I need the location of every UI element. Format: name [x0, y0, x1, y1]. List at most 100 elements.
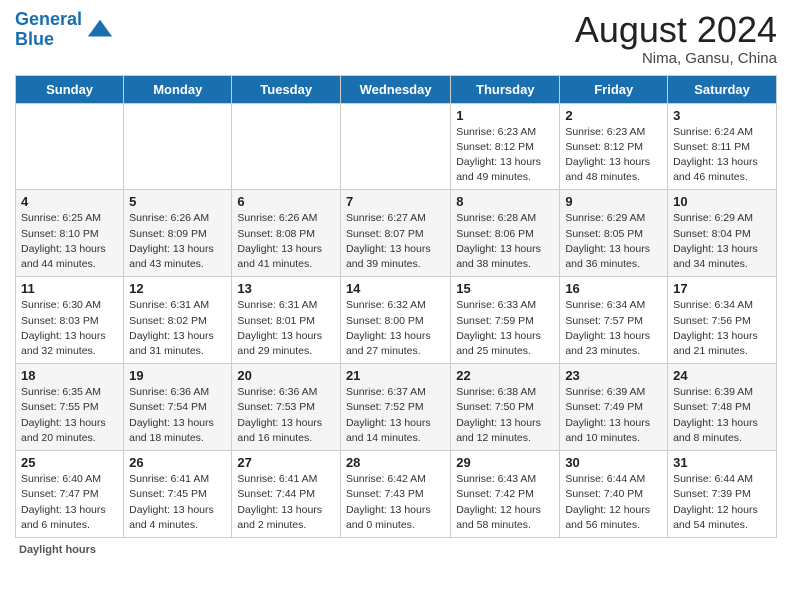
cell-w4d2: 27 Sunrise: 6:41 AMSunset: 7:44 PMDayligh…	[232, 451, 341, 538]
cell-w3d2: 20 Sunrise: 6:36 AMSunset: 7:53 PMDayligh…	[232, 364, 341, 451]
cell-w3d3: 21 Sunrise: 6:37 AMSunset: 7:52 PMDayligh…	[340, 364, 450, 451]
day-number: 8	[456, 194, 554, 209]
cell-w3d4: 22 Sunrise: 6:38 AMSunset: 7:50 PMDayligh…	[451, 364, 560, 451]
cell-w4d1: 26Sunrise: 6:41 AMSunset: 7:45 PMDayligh…	[124, 451, 232, 538]
cell-w1d0: 4Sunrise: 6:25 AMSunset: 8:10 PMDaylight…	[16, 190, 124, 277]
cell-w4d4: 29 Sunrise: 6:43 AMSunset: 7:42 PMDayligh…	[451, 451, 560, 538]
column-header-wednesday: Wednesday	[340, 75, 450, 103]
column-header-thursday: Thursday	[451, 75, 560, 103]
cell-w2d1: 12 Sunrise: 6:31 AMSunset: 8:02 PMDayligh…	[124, 277, 232, 364]
cell-w1d5: 9Sunrise: 6:29 AMSunset: 8:05 PMDaylight…	[560, 190, 668, 277]
day-info: Sunrise: 6:32 AMSunset: 8:00 PMDaylight:…	[346, 298, 445, 359]
day-info: Sunrise: 6:43 AMSunset: 7:42 PMDaylight:…	[456, 472, 554, 533]
day-info: Sunrise: 6:44 AMSunset: 7:39 PMDaylight:…	[673, 472, 771, 533]
day-number: 7	[346, 194, 445, 209]
cell-w0d2	[232, 103, 341, 190]
day-number: 5	[129, 194, 226, 209]
day-info: Sunrise: 6:29 AMSunset: 8:04 PMDaylight:…	[673, 211, 771, 272]
day-info: Sunrise: 6:42 AMSunset: 7:43 PMDaylight:…	[346, 472, 445, 533]
logo-icon	[86, 16, 114, 44]
logo: General Blue	[15, 10, 114, 50]
cell-w3d1: 19Sunrise: 6:36 AMSunset: 7:54 PMDayligh…	[124, 364, 232, 451]
cell-w1d2: 6 Sunrise: 6:26 AMSunset: 8:08 PMDaylight…	[232, 190, 341, 277]
day-number: 2	[565, 108, 662, 123]
cell-w2d4: 15 Sunrise: 6:33 AMSunset: 7:59 PMDayligh…	[451, 277, 560, 364]
cell-w1d6: 10 Sunrise: 6:29 AMSunset: 8:04 PMDayligh…	[668, 190, 777, 277]
cell-w2d2: 13 Sunrise: 6:31 AMSunset: 8:01 PMDayligh…	[232, 277, 341, 364]
day-info: Sunrise: 6:23 AMSunset: 8:12 PMDaylight:…	[456, 125, 554, 186]
day-number: 19	[129, 368, 226, 383]
cell-w4d3: 28 Sunrise: 6:42 AMSunset: 7:43 PMDayligh…	[340, 451, 450, 538]
day-number: 25	[21, 455, 118, 470]
day-info: Sunrise: 6:33 AMSunset: 7:59 PMDaylight:…	[456, 298, 554, 359]
column-header-sunday: Sunday	[16, 75, 124, 103]
day-info: Sunrise: 6:40 AMSunset: 7:47 PMDaylight:…	[21, 472, 118, 533]
day-info: Sunrise: 6:41 AMSunset: 7:44 PMDaylight:…	[237, 472, 335, 533]
note-label: Daylight hours	[19, 544, 96, 556]
day-number: 30	[565, 455, 662, 470]
day-number: 6	[237, 194, 335, 209]
day-number: 31	[673, 455, 771, 470]
cell-w0d0	[16, 103, 124, 190]
column-header-monday: Monday	[124, 75, 232, 103]
day-info: Sunrise: 6:39 AMSunset: 7:48 PMDaylight:…	[673, 385, 771, 446]
day-info: Sunrise: 6:24 AMSunset: 8:11 PMDaylight:…	[673, 125, 771, 186]
day-number: 12	[129, 281, 226, 296]
day-number: 27	[237, 455, 335, 470]
logo-line1: General	[15, 9, 82, 29]
day-number: 18	[21, 368, 118, 383]
day-info: Sunrise: 6:28 AMSunset: 8:06 PMDaylight:…	[456, 211, 554, 272]
day-number: 10	[673, 194, 771, 209]
day-number: 29	[456, 455, 554, 470]
day-info: Sunrise: 6:27 AMSunset: 8:07 PMDaylight:…	[346, 211, 445, 272]
column-header-friday: Friday	[560, 75, 668, 103]
day-number: 20	[237, 368, 335, 383]
column-header-tuesday: Tuesday	[232, 75, 341, 103]
day-info: Sunrise: 6:23 AMSunset: 8:12 PMDaylight:…	[565, 125, 662, 186]
month-year: August 2024	[575, 10, 777, 50]
location: Nima, Gansu, China	[575, 50, 777, 67]
cell-w3d6: 24 Sunrise: 6:39 AMSunset: 7:48 PMDayligh…	[668, 364, 777, 451]
day-number: 22	[456, 368, 554, 383]
daylight-note: Daylight hours	[15, 544, 777, 556]
day-info: Sunrise: 6:26 AMSunset: 8:09 PMDaylight:…	[129, 211, 226, 272]
cell-w2d3: 14 Sunrise: 6:32 AMSunset: 8:00 PMDayligh…	[340, 277, 450, 364]
cell-w2d0: 11Sunrise: 6:30 AMSunset: 8:03 PMDayligh…	[16, 277, 124, 364]
cell-w2d6: 17Sunrise: 6:34 AMSunset: 7:56 PMDayligh…	[668, 277, 777, 364]
logo-line2: Blue	[15, 29, 54, 49]
day-info: Sunrise: 6:31 AMSunset: 8:01 PMDaylight:…	[237, 298, 335, 359]
cell-w0d4: 1 Sunrise: 6:23 AMSunset: 8:12 PMDaylight…	[451, 103, 560, 190]
day-number: 17	[673, 281, 771, 296]
day-number: 28	[346, 455, 445, 470]
day-info: Sunrise: 6:34 AMSunset: 7:57 PMDaylight:…	[565, 298, 662, 359]
cell-w0d3	[340, 103, 450, 190]
day-number: 26	[129, 455, 226, 470]
day-number: 3	[673, 108, 771, 123]
cell-w1d1: 5 Sunrise: 6:26 AMSunset: 8:09 PMDaylight…	[124, 190, 232, 277]
day-number: 16	[565, 281, 662, 296]
day-number: 21	[346, 368, 445, 383]
cell-w4d0: 25 Sunrise: 6:40 AMSunset: 7:47 PMDayligh…	[16, 451, 124, 538]
cell-w2d5: 16 Sunrise: 6:34 AMSunset: 7:57 PMDayligh…	[560, 277, 668, 364]
cell-w0d1	[124, 103, 232, 190]
day-number: 1	[456, 108, 554, 123]
day-number: 13	[237, 281, 335, 296]
cell-w1d3: 7 Sunrise: 6:27 AMSunset: 8:07 PMDaylight…	[340, 190, 450, 277]
cell-w4d6: 31 Sunrise: 6:44 AMSunset: 7:39 PMDayligh…	[668, 451, 777, 538]
day-info: Sunrise: 6:37 AMSunset: 7:52 PMDaylight:…	[346, 385, 445, 446]
cell-w4d5: 30 Sunrise: 6:44 AMSunset: 7:40 PMDayligh…	[560, 451, 668, 538]
cell-w3d0: 18Sunrise: 6:35 AMSunset: 7:55 PMDayligh…	[16, 364, 124, 451]
cell-w3d5: 23Sunrise: 6:39 AMSunset: 7:49 PMDayligh…	[560, 364, 668, 451]
day-info: Sunrise: 6:38 AMSunset: 7:50 PMDaylight:…	[456, 385, 554, 446]
day-number: 24	[673, 368, 771, 383]
day-info: Sunrise: 6:44 AMSunset: 7:40 PMDaylight:…	[565, 472, 662, 533]
day-number: 15	[456, 281, 554, 296]
day-info: Sunrise: 6:30 AMSunset: 8:03 PMDaylight:…	[21, 298, 118, 359]
day-info: Sunrise: 6:36 AMSunset: 7:53 PMDaylight:…	[237, 385, 335, 446]
cell-w1d4: 8 Sunrise: 6:28 AMSunset: 8:06 PMDaylight…	[451, 190, 560, 277]
day-info: Sunrise: 6:31 AMSunset: 8:02 PMDaylight:…	[129, 298, 226, 359]
day-info: Sunrise: 6:26 AMSunset: 8:08 PMDaylight:…	[237, 211, 335, 272]
column-header-saturday: Saturday	[668, 75, 777, 103]
day-info: Sunrise: 6:25 AMSunset: 8:10 PMDaylight:…	[21, 211, 118, 272]
day-number: 14	[346, 281, 445, 296]
